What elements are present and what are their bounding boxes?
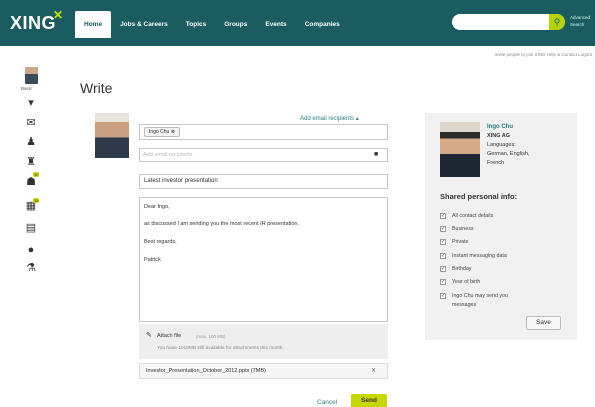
person-icon[interactable]: ♟ <box>24 136 38 148</box>
shared-info-title: Shared personal info: <box>440 192 518 201</box>
xing-logo[interactable]: XING <box>10 13 56 34</box>
languages-label: Languages: <box>487 142 516 148</box>
recipient-tag-label: Ingo Chu <box>149 129 170 135</box>
attach-file-link[interactable]: Attach file <box>157 333 181 339</box>
utility-links[interactable]: Invite people to join XING Help & Contac… <box>340 52 592 57</box>
checkbox-label: Private <box>452 239 469 245</box>
checkbox-business[interactable]: ✓ <box>440 226 446 232</box>
message-line: Best regards, <box>144 239 177 245</box>
people-icon[interactable]: ☗ <box>24 176 38 188</box>
subject-text: Latest investor presentation <box>144 178 218 184</box>
checkbox-label: Birthday <box>452 266 472 272</box>
attachment-area <box>139 324 388 359</box>
checkbox-all-contact-details[interactable]: ✓ <box>440 213 446 219</box>
company-icon[interactable]: ▤ <box>24 222 38 234</box>
paperclip-icon[interactable]: ✎ <box>146 331 152 339</box>
checkbox-may-send-messages[interactable]: ✓ <box>440 293 446 299</box>
membership-label: Basic <box>21 86 33 91</box>
nav-home[interactable]: Home <box>75 11 112 38</box>
nav-events[interactable]: Events <box>256 11 295 38</box>
add-email-recipients-link[interactable]: Add email recipients ▴ <box>300 115 359 122</box>
message-line: Patrick <box>144 257 161 263</box>
attach-size-hint: (max. 100 MB) <box>196 334 226 339</box>
remove-file-icon[interactable]: ✕ <box>371 367 376 374</box>
speech-bubble-icon[interactable]: ▾ <box>24 97 38 109</box>
xing-logo-mark-icon: ✕ <box>53 8 64 22</box>
email-placeholder: Add email recipients <box>143 152 193 158</box>
attached-file-name: Investor_Presentation_October_2012.pptx … <box>146 368 266 374</box>
checkbox-label: Ingo Chu may send you <box>452 293 508 299</box>
nav-groups[interactable]: Groups <box>215 11 256 38</box>
checkbox-instant-messaging[interactable]: ✓ <box>440 253 446 259</box>
flask-icon[interactable]: ⚗ <box>24 262 38 274</box>
nav-companies[interactable]: Companies <box>296 11 349 38</box>
checkbox-year-of-birth[interactable]: ✓ <box>440 279 446 285</box>
languages-value-2: French <box>487 160 505 166</box>
nav-jobs-careers[interactable]: Jobs & Careers <box>111 11 177 38</box>
circle-icon[interactable]: ● <box>24 244 38 256</box>
badge-count: 15 <box>33 198 40 203</box>
envelope-icon[interactable]: ✉ <box>24 117 38 129</box>
contact-company: XING AG <box>487 133 511 139</box>
message-line: as discussed I am sending you the most r… <box>144 221 299 227</box>
save-button[interactable]: Save <box>526 316 561 330</box>
address-book-icon[interactable]: ■ <box>374 151 378 158</box>
checkbox-label: All contact details <box>452 213 494 219</box>
checkbox-label: Instant messaging data <box>452 253 507 259</box>
attach-quota-info: You have 1018MB still available for atta… <box>157 346 284 351</box>
avatar[interactable] <box>25 67 38 84</box>
message-line: Dear Ingo, <box>144 204 170 210</box>
recipient-tag[interactable]: Ingo Chu ⊗ <box>144 127 180 137</box>
sender-photo <box>95 113 129 158</box>
checkbox-birthday[interactable]: ✓ <box>440 266 446 272</box>
checkbox-label-cont: messages <box>452 302 477 308</box>
remove-recipient-icon[interactable]: ⊗ <box>171 129 175 135</box>
contact-photo[interactable] <box>440 122 480 177</box>
checkbox-label: Business <box>452 226 474 232</box>
podium-icon[interactable]: ♜ <box>24 156 38 168</box>
badge-count: 10 <box>33 172 40 177</box>
send-button[interactable]: Send <box>351 394 387 407</box>
checkbox-label: Year of birth <box>452 279 481 285</box>
checkbox-private[interactable]: ✓ <box>440 239 446 245</box>
message-textarea[interactable] <box>139 197 388 322</box>
nav-topics[interactable]: Topics <box>177 11 215 38</box>
languages-value: German, English, <box>487 151 530 157</box>
cancel-button[interactable]: Cancel <box>317 399 337 406</box>
search-icon[interactable]: ⚲ <box>549 14 565 30</box>
main-nav: Home Jobs & Careers Topics Groups Events… <box>75 11 349 38</box>
contact-name[interactable]: Ingo Chu <box>487 124 513 130</box>
advanced-search-link[interactable]: Advanced Search <box>570 14 595 28</box>
page-title: Write <box>80 80 113 96</box>
